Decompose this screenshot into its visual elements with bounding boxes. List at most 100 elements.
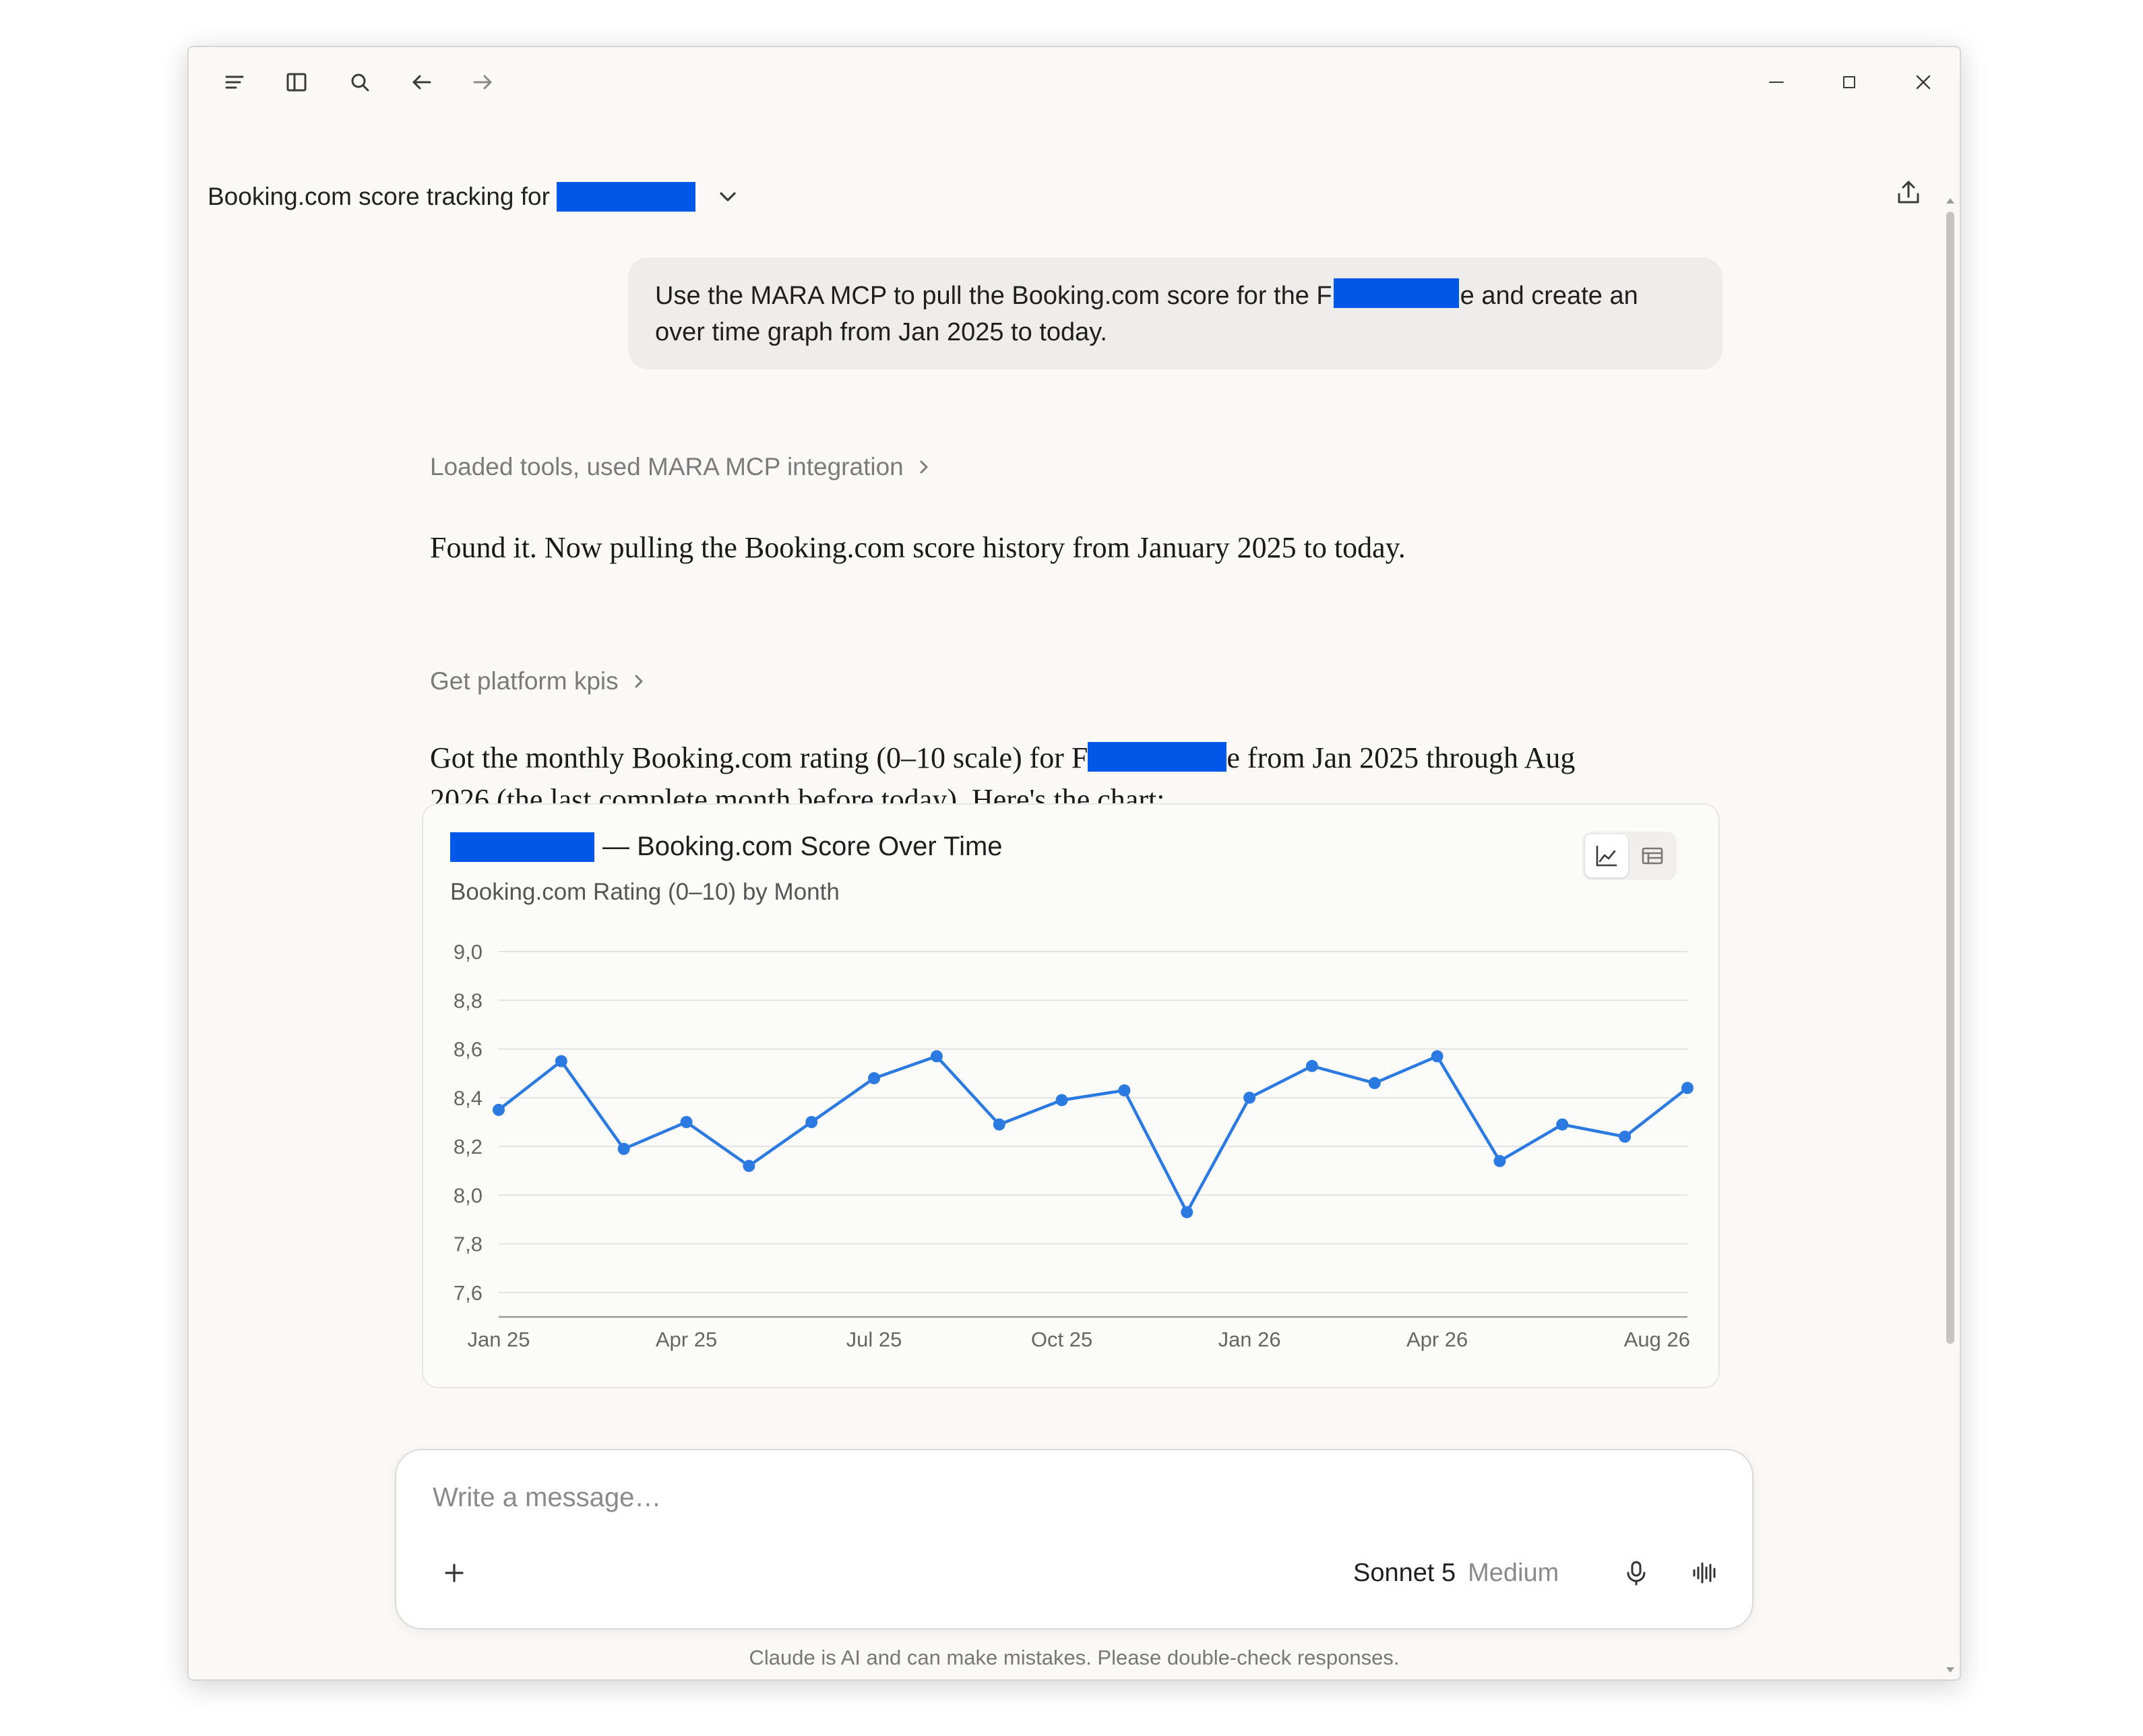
data-point bbox=[555, 1055, 567, 1067]
close-button[interactable] bbox=[1903, 62, 1944, 102]
sidebar-toggle-icon bbox=[286, 73, 307, 92]
assistant-message-text: Found it. Now pulling the Booking.com sc… bbox=[430, 531, 1406, 564]
data-point bbox=[805, 1116, 818, 1128]
model-name: Sonnet 5 bbox=[1353, 1558, 1456, 1587]
model-selector[interactable]: Sonnet 5 Medium bbox=[1353, 1553, 1559, 1593]
data-point bbox=[743, 1160, 755, 1173]
data-point bbox=[1556, 1118, 1569, 1131]
dictation-button[interactable] bbox=[1615, 1551, 1658, 1594]
data-point bbox=[617, 1142, 630, 1155]
back-arrow-icon bbox=[412, 75, 431, 90]
redacted-name bbox=[450, 832, 594, 862]
line-chart-icon bbox=[1596, 845, 1617, 867]
tool-call-summary-kpis[interactable]: Get platform kpis bbox=[430, 667, 648, 695]
data-point bbox=[930, 1050, 943, 1063]
voice-waveform-icon bbox=[1693, 1562, 1716, 1584]
x-tick-label: Jul 25 bbox=[846, 1328, 902, 1351]
search-button[interactable] bbox=[340, 62, 380, 102]
x-tick-label: Apr 26 bbox=[1406, 1328, 1468, 1351]
assistant-message-text-start: Got the monthly Booking.com rating (0–10… bbox=[430, 741, 1088, 774]
series-line bbox=[497, 1055, 1689, 1214]
x-tick-label: Apr 25 bbox=[656, 1328, 717, 1351]
maximize-icon bbox=[1843, 76, 1855, 88]
message-composer: Sonnet 5 Medium bbox=[395, 1449, 1753, 1630]
assistant-message-1: Found it. Now pulling the Booking.com sc… bbox=[430, 527, 1406, 569]
chart-title: — Booking.com Score Over Time bbox=[450, 832, 1003, 862]
y-tick-label: 8,0 bbox=[454, 1183, 483, 1207]
chart-view-toggle bbox=[1582, 832, 1677, 880]
data-point bbox=[493, 1103, 505, 1116]
maximize-button[interactable] bbox=[1829, 62, 1869, 102]
data-point bbox=[1493, 1154, 1506, 1167]
user-message-text-line2: over time graph from Jan 2025 to today. bbox=[655, 318, 1107, 346]
x-tick-label: Oct 25 bbox=[1031, 1328, 1092, 1351]
user-message-text-start: Use the MARA MCP to pull the Booking.com… bbox=[655, 282, 1332, 310]
share-icon bbox=[1898, 181, 1919, 204]
data-point bbox=[868, 1072, 881, 1084]
data-point bbox=[1118, 1084, 1131, 1097]
redacted-name bbox=[1333, 278, 1459, 308]
close-icon bbox=[1916, 75, 1931, 90]
conversation-title: Booking.com score tracking for bbox=[208, 183, 550, 210]
tool-call-label: Get platform kpis bbox=[430, 667, 619, 695]
x-tick-label: Aug 26 bbox=[1624, 1328, 1690, 1351]
table-icon bbox=[1642, 847, 1663, 865]
chevron-down-icon bbox=[713, 182, 743, 212]
y-tick-label: 9,0 bbox=[454, 940, 483, 964]
data-point bbox=[1055, 1094, 1068, 1107]
scroll-up-arrow-icon[interactable] bbox=[1945, 195, 1956, 206]
data-point bbox=[1681, 1082, 1694, 1094]
data-point bbox=[1368, 1077, 1381, 1090]
data-point bbox=[993, 1118, 1005, 1131]
redacted-name bbox=[556, 182, 695, 212]
data-point bbox=[1181, 1206, 1193, 1218]
search-icon bbox=[351, 73, 369, 92]
data-point bbox=[1305, 1059, 1318, 1072]
y-tick-label: 7,6 bbox=[454, 1281, 483, 1305]
menu-button[interactable] bbox=[214, 62, 255, 102]
data-point bbox=[1619, 1130, 1632, 1143]
minimize-button[interactable] bbox=[1756, 62, 1797, 102]
x-tick-label: Jan 25 bbox=[467, 1328, 530, 1351]
share-button[interactable] bbox=[1888, 173, 1929, 213]
chart-view-button[interactable] bbox=[1585, 834, 1628, 877]
y-tick-label: 8,8 bbox=[454, 989, 483, 1012]
minimize-icon bbox=[1769, 82, 1784, 83]
user-message: Use the MARA MCP to pull the Booking.com… bbox=[628, 257, 1722, 369]
sidebar-toggle-button[interactable] bbox=[276, 62, 317, 102]
assistant-message-text-end: e from Jan 2025 through Aug bbox=[1226, 741, 1576, 774]
microphone-icon bbox=[1627, 1561, 1646, 1586]
conversation-title-dropdown[interactable]: Booking.com score tracking for bbox=[208, 178, 743, 216]
table-view-button[interactable] bbox=[1631, 834, 1674, 877]
y-tick-label: 8,2 bbox=[454, 1135, 483, 1158]
add-attachment-button[interactable] bbox=[433, 1551, 476, 1594]
x-tick-label: Jan 26 bbox=[1218, 1328, 1281, 1351]
chart-title-text: — Booking.com Score Over Time bbox=[602, 832, 1003, 861]
data-point bbox=[1243, 1091, 1256, 1104]
menu-icon bbox=[225, 75, 244, 89]
chevron-right-icon bbox=[635, 675, 643, 688]
title-bar bbox=[189, 47, 1960, 108]
y-tick-label: 8,6 bbox=[454, 1038, 483, 1061]
tool-call-summary-mara[interactable]: Loaded tools, used MARA MCP integration bbox=[430, 453, 933, 481]
forward-arrow-icon bbox=[473, 75, 492, 90]
scrollbar-thumb[interactable] bbox=[1946, 212, 1954, 1344]
tool-call-label: Loaded tools, used MARA MCP integration bbox=[430, 453, 904, 480]
y-tick-label: 7,8 bbox=[454, 1233, 483, 1256]
back-button[interactable] bbox=[402, 62, 442, 102]
user-message-text-end: e and create an bbox=[1460, 282, 1638, 310]
model-effort: Medium bbox=[1468, 1558, 1559, 1587]
chart-subtitle: Booking.com Rating (0–10) by Month bbox=[450, 879, 840, 905]
message-input[interactable] bbox=[433, 1483, 1646, 1513]
data-point bbox=[1431, 1050, 1443, 1063]
chevron-right-icon bbox=[920, 460, 928, 474]
plus-icon bbox=[445, 1563, 464, 1582]
forward-button[interactable] bbox=[462, 62, 503, 102]
chart-artifact: 9,0 8,8 8,6 8,4 8,2 8,0 7,8 7,6 Jan 25 Apr 25 Jul … bbox=[422, 803, 1720, 1388]
y-tick-label: 8,4 bbox=[454, 1086, 483, 1110]
redacted-name bbox=[1088, 742, 1227, 772]
data-point bbox=[680, 1116, 693, 1128]
voice-mode-button[interactable] bbox=[1683, 1551, 1727, 1594]
app-window: Booking.com score tracking for Use the M… bbox=[187, 46, 1961, 1681]
ai-disclaimer: Claude is AI and can make mistakes. Plea… bbox=[749, 1646, 1400, 1669]
